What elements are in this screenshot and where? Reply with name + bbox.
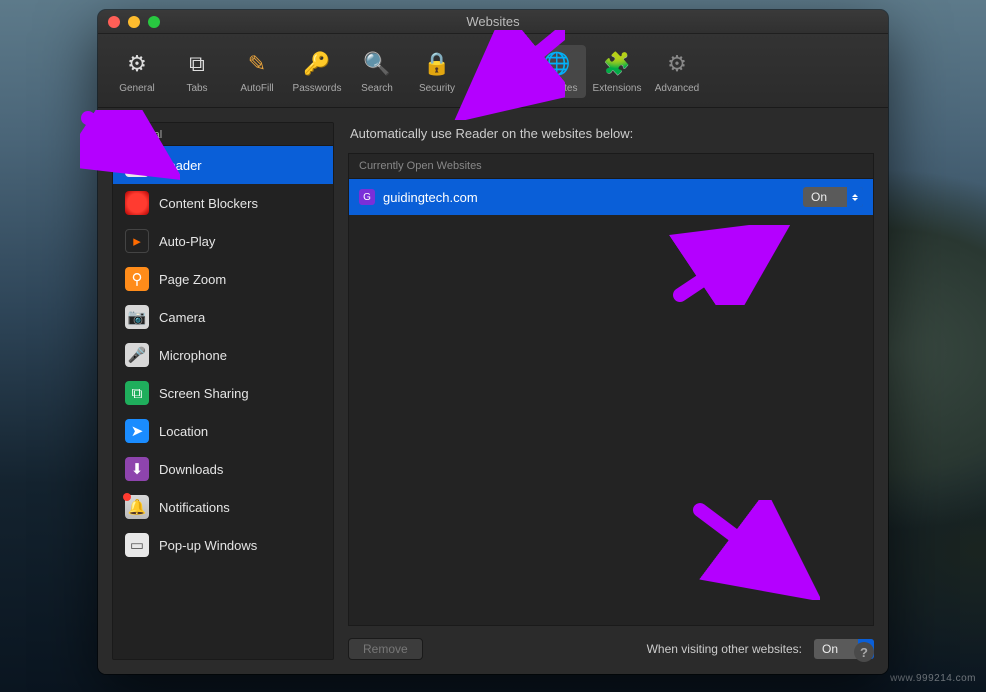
maximize-button[interactable] xyxy=(148,16,160,28)
row-dropdown[interactable]: On xyxy=(803,187,863,207)
general-icon: ⚙ xyxy=(122,49,152,79)
autoplay-icon: ▸ xyxy=(125,229,149,253)
websites-table: Currently Open Websites Gguidingtech.com… xyxy=(348,153,874,626)
advanced-icon: ⚙ xyxy=(662,49,692,79)
websites-icon: 🌐 xyxy=(542,49,572,79)
preferences-window: Websites ⚙ General ⧉ Tabs ✎ AutoFill 🔑 Password… xyxy=(98,10,888,674)
footer-label: When visiting other websites: xyxy=(647,642,802,656)
tab-label: AutoFill xyxy=(240,83,273,94)
camera-icon: 📷 xyxy=(125,305,149,329)
screensharing-icon: ⧉ xyxy=(125,381,149,405)
tab-extensions[interactable]: 🧩 Extensions xyxy=(588,45,646,98)
site-name: guidingtech.com xyxy=(383,190,795,205)
sidebar-item-downloads[interactable]: ⬇ Downloads xyxy=(113,450,333,488)
sidebar-list: ≡ Reader Content Blockers ▸ Auto-Play ⚲ Page Z… xyxy=(113,146,333,659)
sidebar-item-label: Location xyxy=(159,424,208,439)
sidebar-item-contentblockers[interactable]: Content Blockers xyxy=(113,184,333,222)
sidebar-item-camera[interactable]: 📷 Camera xyxy=(113,298,333,336)
notifications-icon: 🔔 xyxy=(125,495,149,519)
row-dropdown-value: On xyxy=(803,190,847,204)
updown-icon xyxy=(847,187,863,207)
tab-security[interactable]: 🔒 Security xyxy=(408,45,466,98)
extensions-icon: 🧩 xyxy=(602,49,632,79)
tab-label: Security xyxy=(419,83,455,94)
sidebar-item-label: Pop-up Windows xyxy=(159,538,257,553)
close-button[interactable] xyxy=(108,16,120,28)
tab-label: Passwords xyxy=(293,83,342,94)
sidebar-item-pagezoom[interactable]: ⚲ Page Zoom xyxy=(113,260,333,298)
watermark: www.999214.com xyxy=(890,673,976,684)
sidebar-item-reader[interactable]: ≡ Reader xyxy=(113,146,333,184)
tab-passwords[interactable]: 🔑 Passwords xyxy=(288,45,346,98)
popup-icon: ▭ xyxy=(125,533,149,557)
tabs-icon: ⧉ xyxy=(182,49,212,79)
downloads-icon: ⬇ xyxy=(125,457,149,481)
privacy-icon: ✋ xyxy=(482,49,512,79)
tab-label: General xyxy=(119,83,155,94)
tab-privacy[interactable]: ✋ Privacy xyxy=(468,45,526,98)
sidebar-item-label: Auto-Play xyxy=(159,234,215,249)
sidebar-item-label: Reader xyxy=(159,158,202,173)
titlebar: Websites xyxy=(98,10,888,34)
sidebar-item-autoplay[interactable]: ▸ Auto-Play xyxy=(113,222,333,260)
tab-general[interactable]: ⚙ General xyxy=(108,45,166,98)
table-row[interactable]: Gguidingtech.com On xyxy=(349,179,873,215)
location-icon: ➤ xyxy=(125,419,149,443)
microphone-icon: 🎤 xyxy=(125,343,149,367)
tab-advanced[interactable]: ⚙ Advanced xyxy=(648,45,706,98)
minimize-button[interactable] xyxy=(128,16,140,28)
sidebar-item-microphone[interactable]: 🎤 Microphone xyxy=(113,336,333,374)
tab-label: Tabs xyxy=(186,83,207,94)
table-header: Currently Open Websites xyxy=(349,154,873,179)
tab-label: Websites xyxy=(537,83,578,94)
sidebar-item-popup[interactable]: ▭ Pop-up Windows xyxy=(113,526,333,564)
tab-search[interactable]: 🔍 Search xyxy=(348,45,406,98)
tab-label: Advanced xyxy=(655,83,699,94)
traffic-lights xyxy=(108,16,160,28)
sidebar-item-label: Camera xyxy=(159,310,205,325)
sidebar-section-header: General xyxy=(113,123,333,146)
sidebar-item-label: Content Blockers xyxy=(159,196,258,211)
search-icon: 🔍 xyxy=(362,49,392,79)
remove-button[interactable]: Remove xyxy=(348,638,423,660)
tab-label: Extensions xyxy=(593,83,642,94)
tab-label: Search xyxy=(361,83,393,94)
sidebar-item-label: Downloads xyxy=(159,462,223,477)
sidebar-item-label: Microphone xyxy=(159,348,227,363)
sidebar-item-label: Page Zoom xyxy=(159,272,226,287)
contentblockers-icon xyxy=(125,191,149,215)
favicon-icon: G xyxy=(359,189,375,205)
tab-autofill[interactable]: ✎ AutoFill xyxy=(228,45,286,98)
window-title: Websites xyxy=(98,14,888,29)
sidebar-item-notifications[interactable]: 🔔 Notifications xyxy=(113,488,333,526)
preferences-toolbar: ⚙ General ⧉ Tabs ✎ AutoFill 🔑 Passwords 🔍 Search 🔒… xyxy=(98,34,888,108)
security-icon: 🔒 xyxy=(422,49,452,79)
main-title: Automatically use Reader on the websites… xyxy=(350,126,872,141)
sidebar: General ≡ Reader Content Blockers ▸ Auto-Pla… xyxy=(112,122,334,660)
tab-tabs[interactable]: ⧉ Tabs xyxy=(168,45,226,98)
tab-websites[interactable]: 🌐 Websites xyxy=(528,45,586,98)
reader-icon: ≡ xyxy=(125,153,149,177)
tab-label: Privacy xyxy=(481,83,514,94)
sidebar-item-label: Notifications xyxy=(159,500,230,515)
footer-dropdown-value: On xyxy=(814,642,858,656)
pagezoom-icon: ⚲ xyxy=(125,267,149,291)
sidebar-item-location[interactable]: ➤ Location xyxy=(113,412,333,450)
sidebar-item-label: Screen Sharing xyxy=(159,386,249,401)
window-body: General ≡ Reader Content Blockers ▸ Auto-Pla… xyxy=(98,108,888,674)
main-panel: Automatically use Reader on the websites… xyxy=(348,122,874,660)
passwords-icon: 🔑 xyxy=(302,49,332,79)
footer-row: Remove When visiting other websites: On xyxy=(348,638,874,660)
sidebar-item-screensharing[interactable]: ⧉ Screen Sharing xyxy=(113,374,333,412)
autofill-icon: ✎ xyxy=(242,49,272,79)
help-button[interactable]: ? xyxy=(854,642,874,662)
